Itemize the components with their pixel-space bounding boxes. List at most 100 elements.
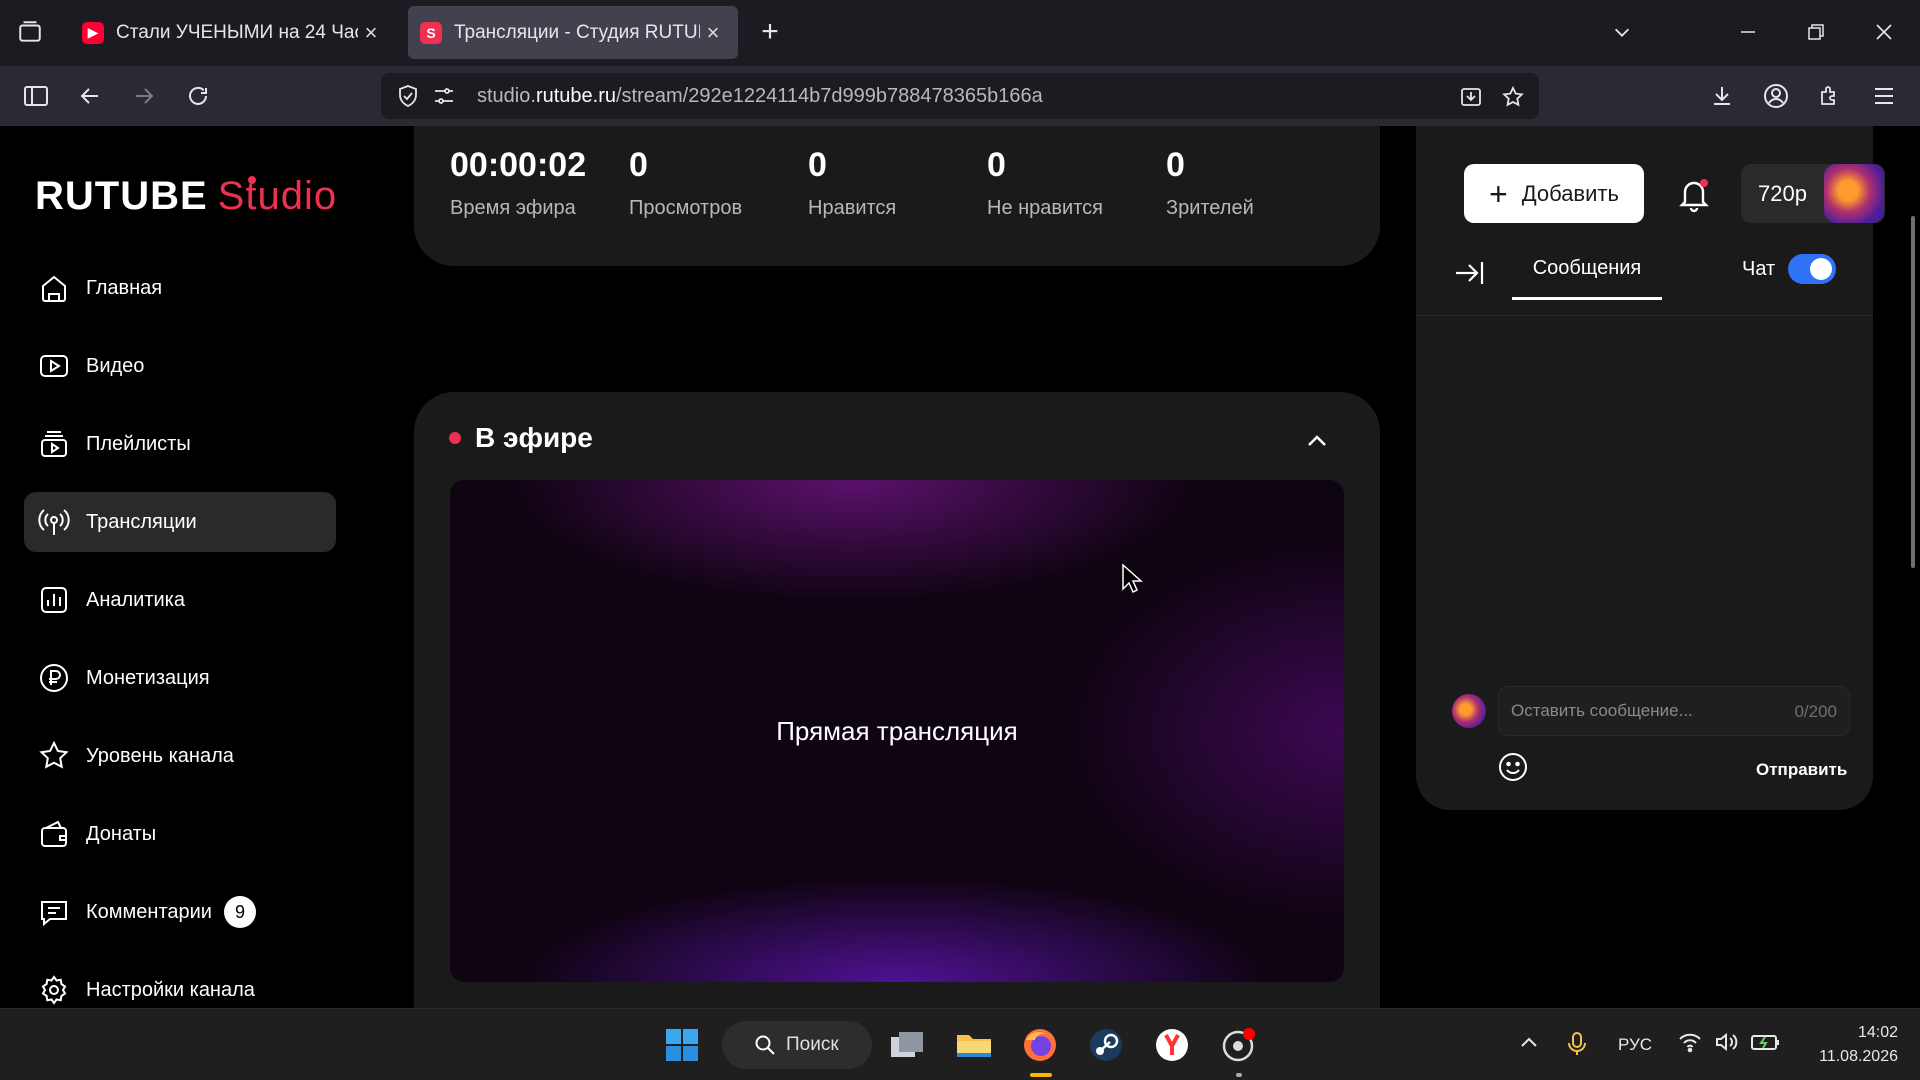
add-button[interactable]: + Добавить xyxy=(1464,164,1644,223)
broadcast-icon xyxy=(38,509,70,535)
sidebar-item-comments[interactable]: Комментарии 9 xyxy=(24,882,336,942)
back-arrow-icon[interactable] xyxy=(72,78,108,114)
stat-label: Просмотров xyxy=(629,197,743,219)
sidebar-item-label: Главная xyxy=(86,276,163,299)
collapse-chat-arrow-icon[interactable] xyxy=(1452,256,1486,290)
close-tab-icon[interactable]: × xyxy=(700,20,726,46)
sidebar-item-channel-level[interactable]: Уровень канала xyxy=(24,726,336,786)
chat-toggle[interactable] xyxy=(1788,254,1836,284)
close-window-icon[interactable] xyxy=(1864,14,1904,50)
channel-avatar[interactable] xyxy=(1824,164,1884,223)
obs-recording-icon[interactable] xyxy=(1214,1021,1262,1069)
taskbar-search[interactable]: Поиск xyxy=(722,1021,872,1069)
volume-icon[interactable] xyxy=(1714,1031,1738,1058)
close-tab-icon[interactable]: × xyxy=(358,20,384,46)
mouse-cursor-icon xyxy=(1122,563,1143,594)
address-bar[interactable]: studio.rutube.ru/stream/292e1224114b7d99… xyxy=(381,73,1539,119)
sidebar-item-label: Комментарии xyxy=(86,900,212,923)
youtube-favicon-icon: ▶ xyxy=(82,21,104,44)
file-explorer-icon[interactable] xyxy=(950,1021,998,1069)
emoji-icon[interactable] xyxy=(1496,750,1530,784)
tab-title: Трансляции - Студия RUTUBE xyxy=(454,21,700,43)
sidebar-item-label: Трансляции xyxy=(86,510,197,533)
sidebar-item-channel-settings[interactable]: Настройки канала xyxy=(24,960,336,1008)
show-hidden-icons-chevron-icon[interactable] xyxy=(1518,1031,1540,1058)
save-to-device-icon[interactable] xyxy=(1457,83,1485,111)
tab-overview-icon[interactable] xyxy=(12,14,48,50)
site-permissions-icon[interactable] xyxy=(431,83,457,109)
ruble-icon xyxy=(40,664,68,692)
yandex-browser-icon[interactable] xyxy=(1148,1021,1196,1069)
video-icon xyxy=(40,355,68,377)
firefox-icon[interactable] xyxy=(1016,1021,1064,1069)
bookmark-star-icon[interactable] xyxy=(1499,83,1527,111)
live-title-text: В эфире xyxy=(475,422,593,453)
stat-value: 0 xyxy=(987,146,1006,184)
stat-air-time: 00:00:02 Время эфира xyxy=(450,146,586,220)
quality-label: 720p xyxy=(1758,180,1807,206)
list-tabs-chevron-icon[interactable] xyxy=(1604,14,1640,50)
notifications-bell-icon[interactable] xyxy=(1672,172,1716,216)
sidebar-item-analytics[interactable]: Аналитика xyxy=(24,570,336,630)
chat-toggle-label: Чат xyxy=(1742,258,1776,280)
sidebar-item-monetization[interactable]: Монетизация xyxy=(24,648,336,708)
browser-tab-youtube[interactable]: ▶ Стали УЧЕНЫМИ на 24 Часа ! ⁠ × xyxy=(70,6,396,59)
tab-messages[interactable]: Сообщения xyxy=(1512,246,1662,300)
rutube-studio-logo[interactable]: RUTUBE Studio xyxy=(35,174,337,219)
system-clock[interactable]: 14:02 11.08.2026 xyxy=(1802,1021,1898,1069)
task-view-icon[interactable] xyxy=(884,1021,932,1069)
comments-count-badge: 9 xyxy=(223,896,256,928)
stat-views: 0 Просмотров xyxy=(629,146,742,220)
sidebar-item-video[interactable]: Видео xyxy=(24,336,336,396)
url-text: studio.rutube.ru/stream/292e1224114b7d99… xyxy=(477,85,1043,108)
logo-studio-text: Studio xyxy=(217,174,338,218)
account-icon[interactable] xyxy=(1758,78,1794,114)
battery-charging-icon[interactable] xyxy=(1750,1031,1782,1058)
chat-message-input[interactable] xyxy=(1511,687,1771,735)
browser-tab-rutube-studio[interactable]: S Трансляции - Студия RUTUBE × xyxy=(408,6,738,59)
restore-window-icon[interactable] xyxy=(1796,14,1836,50)
reload-icon[interactable] xyxy=(180,78,216,114)
live-indicator-dot xyxy=(449,432,461,444)
windows-taskbar: Поиск РУС 14:02 11.08.2026 xyxy=(0,1008,1920,1080)
sidebar-item-label: Уровень канала xyxy=(86,744,234,767)
stream-preview[interactable]: Прямая трансляция xyxy=(450,480,1344,982)
menu-hamburger-icon[interactable] xyxy=(1866,78,1902,114)
send-message-button[interactable]: Отправить xyxy=(1756,760,1847,780)
analytics-icon xyxy=(41,587,67,613)
shield-icon[interactable] xyxy=(395,83,421,109)
sidebar-item-label: Монетизация xyxy=(86,666,210,689)
stat-viewers: 0 Зрителей xyxy=(1166,146,1254,220)
rutube-studio-app: RUTUBE Studio 00:00:02 Время эфира 0 Просмо… xyxy=(0,126,1920,1008)
sidebar-item-donations[interactable]: Донаты xyxy=(24,804,336,864)
extensions-icon[interactable] xyxy=(1812,78,1848,114)
new-tab-icon[interactable]: + xyxy=(752,14,788,50)
windows-start-icon[interactable] xyxy=(658,1021,706,1069)
preview-label: Прямая трансляция xyxy=(776,715,1018,746)
browser-tab-bar: ▶ Стали УЧЕНЫМИ на 24 Часа ! ⁠ × S Транс… xyxy=(0,0,1920,66)
chevron-up-icon[interactable] xyxy=(1302,426,1332,456)
input-language[interactable]: РУС xyxy=(1618,1035,1652,1055)
chat-message-field[interactable]: 0/200 xyxy=(1498,686,1850,736)
wifi-icon[interactable] xyxy=(1678,1031,1702,1058)
url-host: rutube.ru xyxy=(535,85,616,107)
wallet-icon xyxy=(41,820,67,847)
page-scrollbar[interactable] xyxy=(1911,216,1915,568)
sidebar-toggle-icon[interactable] xyxy=(18,78,54,114)
url-path: /stream/292e1224114b7d999b788478365b166a xyxy=(616,85,1043,107)
forward-arrow-icon[interactable] xyxy=(126,78,162,114)
chat-panel: Сообщения Чат 0/200 Отправить xyxy=(1416,126,1873,810)
home-icon xyxy=(42,275,66,302)
sidebar-item-broadcasts[interactable]: Трансляции xyxy=(24,492,336,552)
tab-title: Стали УЧЕНЫМИ на 24 Часа ! ⁠ xyxy=(116,21,358,43)
plus-icon: + xyxy=(1489,175,1508,212)
comment-icon xyxy=(41,901,67,927)
minimize-window-icon[interactable] xyxy=(1728,14,1768,50)
sidebar-item-playlists[interactable]: Плейлисты xyxy=(24,414,336,474)
playlist-icon xyxy=(41,431,67,457)
microphone-icon[interactable] xyxy=(1566,1031,1588,1062)
logo-dot xyxy=(248,176,256,184)
downloads-icon[interactable] xyxy=(1704,78,1740,114)
sidebar-item-home[interactable]: Главная xyxy=(24,258,336,318)
steam-icon[interactable] xyxy=(1082,1021,1130,1069)
